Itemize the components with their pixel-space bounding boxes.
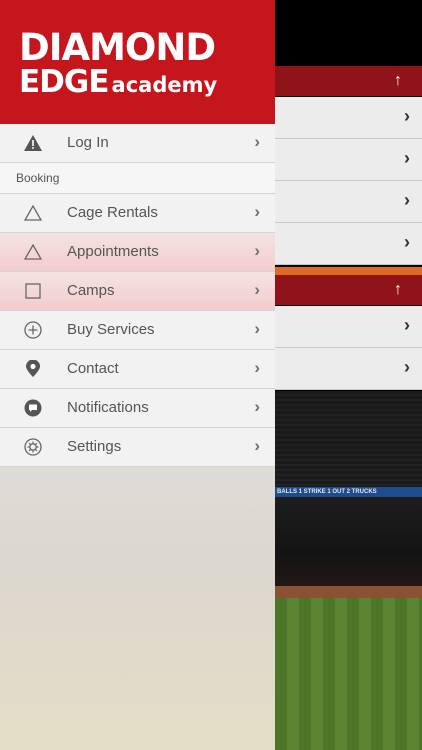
chevron-right-icon: › <box>254 132 260 151</box>
background-section-header[interactable]: ↑ <box>275 66 422 96</box>
background-divider <box>275 267 422 275</box>
side-drawer: DIAMOND EDGE academy Log In › Booking Cag… <box>0 0 275 750</box>
menu-item-settings[interactable]: Settings › <box>0 428 275 467</box>
app-logo: DIAMOND EDGE academy <box>19 26 217 101</box>
location-pin-icon <box>24 360 42 378</box>
chevron-right-icon: › <box>404 190 410 210</box>
stadium-infield <box>275 586 422 598</box>
menu-item-camps[interactable]: Camps › <box>0 272 275 311</box>
chevron-right-icon: › <box>254 280 260 299</box>
chevron-right-icon: › <box>404 232 410 252</box>
chevron-right-icon: › <box>404 315 410 335</box>
chevron-right-icon: › <box>254 202 260 221</box>
background-list-row[interactable]: › <box>275 223 422 265</box>
chevron-right-icon: › <box>404 357 410 377</box>
chevron-right-icon: › <box>254 358 260 377</box>
chevron-right-icon: › <box>254 319 260 338</box>
stadium-photo: BALLS 1 STRIKE 1 OUT 2 TRUCKS <box>275 391 422 750</box>
triangle-outline-icon <box>24 243 42 261</box>
menu-item-appointments[interactable]: Appointments › <box>0 233 275 272</box>
chevron-right-icon: › <box>254 397 260 416</box>
background-list-row[interactable]: › <box>275 97 422 139</box>
menu-item-label: Contact <box>67 360 119 377</box>
background-section-header[interactable]: ↑ <box>275 275 422 305</box>
chevron-right-icon: › <box>404 148 410 168</box>
section-header-booking: Booking <box>0 163 275 194</box>
background-list-row[interactable]: › <box>275 348 422 390</box>
gear-icon <box>24 438 42 456</box>
plus-circle-icon <box>24 321 42 339</box>
menu-item-contact[interactable]: Contact › <box>0 350 275 389</box>
stadium-stands <box>275 391 422 491</box>
logo-sub: academy <box>111 73 218 97</box>
background-list-row[interactable]: › <box>275 139 422 181</box>
drawer-header: DIAMOND EDGE academy <box>0 0 275 124</box>
triangle-outline-icon <box>24 204 42 222</box>
chevron-right-icon: › <box>254 436 260 455</box>
menu-item-label: Appointments <box>67 243 159 260</box>
collapse-arrow-icon[interactable]: ↑ <box>394 72 402 90</box>
section-label: Booking <box>16 171 60 185</box>
chevron-right-icon: › <box>254 241 260 260</box>
menu-item-label: Settings <box>67 438 122 455</box>
background-list-row[interactable]: › <box>275 306 422 348</box>
menu-item-log-in[interactable]: Log In › <box>0 124 275 163</box>
logo-line1: DIAMOND <box>19 26 216 69</box>
square-outline-icon <box>24 282 42 300</box>
collapse-arrow-icon[interactable]: ↑ <box>394 281 402 299</box>
menu-item-label: Notifications <box>67 399 149 416</box>
menu-item-buy-services[interactable]: Buy Services › <box>0 311 275 350</box>
menu-item-label: Log In <box>67 134 109 151</box>
menu-item-label: Cage Rentals <box>67 204 158 221</box>
logo-line2: EDGE academy <box>19 66 217 101</box>
warning-icon <box>24 134 42 152</box>
menu-item-cage-rentals[interactable]: Cage Rentals › <box>0 194 275 233</box>
chat-bubble-icon <box>24 399 42 417</box>
menu-item-label: Buy Services <box>67 321 155 338</box>
menu-item-notifications[interactable]: Notifications › <box>0 389 275 428</box>
background-list-row[interactable]: › <box>275 181 422 223</box>
stadium-led-board: BALLS 1 STRIKE 1 OUT 2 TRUCKS <box>275 487 422 497</box>
chevron-right-icon: › <box>404 106 410 126</box>
stadium-field <box>275 598 422 750</box>
logo-line2-text: EDGE <box>19 64 110 100</box>
menu-item-label: Camps <box>67 282 115 299</box>
